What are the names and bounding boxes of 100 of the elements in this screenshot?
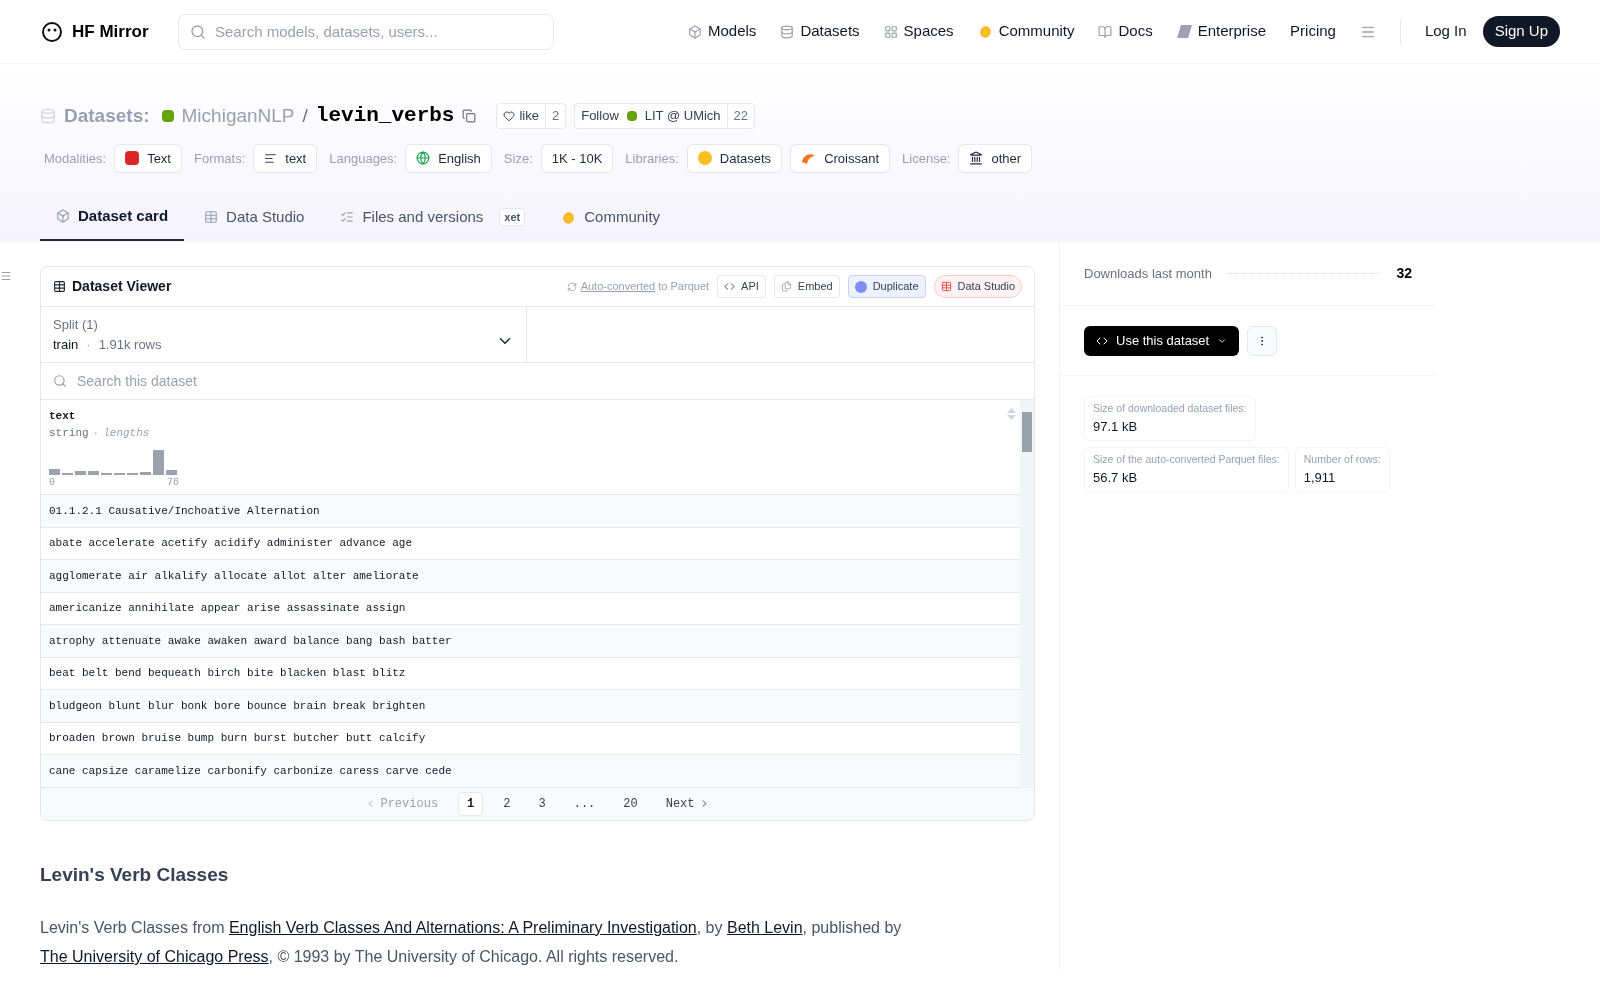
axis-label: 76 <box>167 476 179 490</box>
text-link[interactable]: Beth Levin <box>726 919 803 936</box>
code-icon <box>724 281 736 292</box>
tab[interactable]: Data Studio <box>188 193 321 241</box>
book-icon <box>1098 24 1113 39</box>
stat-value: 56.7 kB <box>1093 469 1139 487</box>
table-icon <box>204 210 219 224</box>
viewer-button[interactable]: Embed <box>773 275 840 298</box>
description-text: Levin's Verb Classes from English Verb Classes And Alternations: A Preliminary Investigation, by Beth Levin, published by The University of Chicago Press, © 1993 by The University of Chicago. All rights reserved. <box>40 918 903 967</box>
viewer-title: Dataset Viewer <box>72 277 172 296</box>
tag-chip[interactable]: 1K - 10K <box>540 143 614 173</box>
split-name: train <box>53 335 79 354</box>
column-name: text <box>49 409 76 424</box>
search-field[interactable]: Search models, datasets, users... <box>178 13 554 50</box>
nav-link[interactable]: Models <box>688 20 757 43</box>
table-cell: agglomerate air alkalify allocate allot alter ameliorate <box>41 560 1020 593</box>
pagination-link[interactable]: 2 <box>495 792 519 815</box>
enterprise-icon <box>1176 25 1192 38</box>
copy-icon[interactable] <box>462 108 477 123</box>
text-link[interactable]: The University of Chicago Press <box>40 948 269 965</box>
scrollbar[interactable] <box>1020 400 1034 788</box>
tag-chip[interactable]: English <box>405 143 492 173</box>
search-icon <box>53 374 67 388</box>
tag-chip[interactable]: Croissant <box>790 143 891 173</box>
nav-link[interactable]: Docs <box>1098 20 1153 43</box>
cube-icon <box>688 24 702 39</box>
login-link[interactable]: Log In <box>1424 20 1467 43</box>
tab[interactable]: Community <box>545 193 677 241</box>
tag-chip[interactable]: Datasets <box>686 143 783 173</box>
tag-label: Libraries: <box>625 149 679 168</box>
signup-button[interactable]: Sign Up <box>1482 16 1560 47</box>
tag-label: Modalities: <box>44 149 107 168</box>
stat-label: Number of rows: <box>1303 452 1381 468</box>
org-avatar <box>626 110 637 121</box>
table-cell: 01.1.2.1 Causative/Inchoative Alternation <box>41 495 1020 528</box>
tag-label: Size: <box>503 149 533 168</box>
brand-name[interactable]: HF Mirror <box>72 18 149 45</box>
table-cell: cane capsize caramelize carbonify carbonize caress carve cede <box>41 755 1020 788</box>
path-separator: / <box>302 103 308 128</box>
separator-dot: · <box>86 335 91 354</box>
use-dataset-button[interactable]: Use this dataset <box>1084 325 1240 356</box>
files-icon <box>340 210 355 224</box>
org-avatar <box>161 109 174 122</box>
dataset-search-field[interactable]: Search this dataset <box>41 363 1034 399</box>
like-button[interactable]: like 2 <box>496 103 567 129</box>
dataset-name: levin_verbs <box>315 103 455 129</box>
refresh-icon <box>566 281 577 292</box>
nav-link[interactable]: Enterprise <box>1176 20 1267 43</box>
heart-icon <box>503 109 516 122</box>
pagination-link[interactable]: 3 <box>530 792 554 815</box>
sort-icon[interactable] <box>1007 408 1016 420</box>
table-cell: atrophy attenuate awake awaken award balance bang bash batter <box>41 625 1020 658</box>
separator-dot: · <box>92 425 100 441</box>
column-type: string <box>49 425 89 441</box>
like-count: 2 <box>544 104 566 128</box>
text-icon <box>125 151 140 166</box>
database-icon <box>40 107 56 124</box>
section-label: Datasets: <box>64 103 150 128</box>
viewer-button[interactable]: API <box>717 275 766 298</box>
tag-chip[interactable]: Text <box>114 143 182 173</box>
logo-icon <box>40 19 64 44</box>
viewer-button[interactable]: Duplicate <box>847 275 926 298</box>
split-select[interactable]: Split (1) train · 1.91k rows <box>41 307 527 362</box>
follow-button[interactable]: Follow LIT @ UMich 22 <box>574 103 756 129</box>
stat-label: Size of downloaded dataset files: <box>1093 401 1247 416</box>
tab[interactable]: Dataset card <box>40 193 185 241</box>
axis-label: 0 <box>49 476 55 490</box>
tag-label: Formats: <box>194 149 246 168</box>
database-icon <box>780 24 795 39</box>
downloads-label: Downloads last month <box>1084 264 1212 283</box>
parquet-label: to Parquet <box>658 280 710 293</box>
search-icon <box>190 23 206 40</box>
follower-count: 22 <box>726 104 755 128</box>
table-icon <box>53 280 66 293</box>
tab[interactable]: Files and versions xet <box>324 193 542 241</box>
pagination-link[interactable]: ... <box>565 792 604 815</box>
card-heading: Levin's Verb Classes <box>40 862 230 887</box>
stat-label: Size of the auto-converted Parquet files: <box>1093 452 1280 468</box>
lines-icon <box>264 151 278 165</box>
column-stat: lengths <box>103 425 150 441</box>
grid-icon <box>883 24 898 39</box>
split-label: Split (1) <box>53 316 99 334</box>
menu-icon[interactable] <box>0 270 12 282</box>
tag-chip[interactable]: other <box>958 143 1033 173</box>
copy-icon <box>780 281 792 292</box>
nav-link[interactable]: Community <box>977 20 1075 43</box>
pagination-link[interactable]: 1 <box>458 791 484 816</box>
row-count: 1.91k rows <box>98 335 162 354</box>
nav-link[interactable]: Spaces <box>883 20 954 43</box>
viewer-button[interactable]: Data Studio <box>933 275 1022 298</box>
tag-label: Languages: <box>329 149 398 168</box>
bank-icon <box>969 151 984 166</box>
table-icon <box>940 281 952 292</box>
nav-link[interactable]: Datasets <box>780 20 860 43</box>
xet-badge: xet <box>499 207 526 227</box>
tag-chip[interactable]: text <box>253 143 318 173</box>
pagination-link[interactable]: 20 <box>615 792 646 815</box>
text-link[interactable]: English Verb Classes And Alternations: A Preliminary Investigation <box>228 919 697 936</box>
pagination-link[interactable]: Next <box>657 792 718 815</box>
nav-link[interactable]: Pricing <box>1290 20 1336 43</box>
